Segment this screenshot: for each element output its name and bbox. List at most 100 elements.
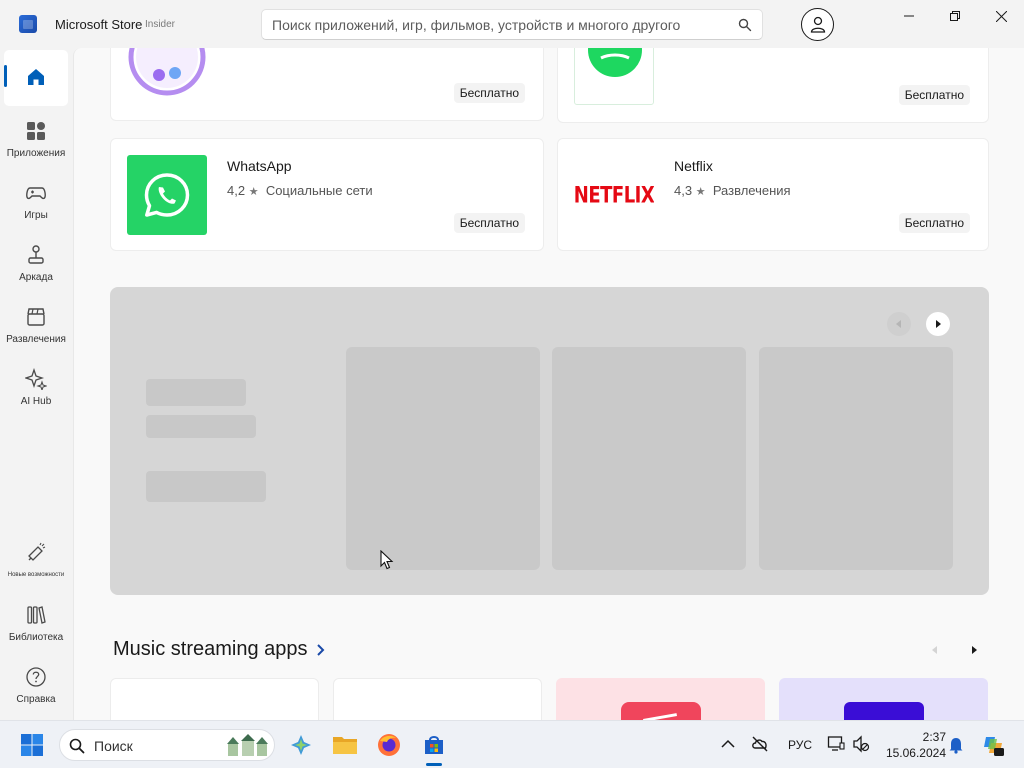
skeleton-card xyxy=(552,347,746,570)
nav-arcade[interactable]: Аркада xyxy=(4,236,68,292)
search-icon xyxy=(69,738,85,754)
apps-icon xyxy=(27,122,45,140)
restore-icon xyxy=(950,11,960,21)
gamepad-icon xyxy=(26,187,46,200)
nav-library-label: Библиотека xyxy=(8,632,64,643)
app-category: Социальные сети xyxy=(265,183,373,198)
nav-games[interactable]: Игры xyxy=(4,174,68,230)
cloud-offline-icon[interactable] xyxy=(751,735,769,753)
app-category: Развлечения xyxy=(712,183,791,198)
price-label[interactable]: Бесплатно xyxy=(898,213,970,233)
mouse-cursor-icon xyxy=(380,550,394,570)
nav-whats-new[interactable]: Новые возможности xyxy=(4,534,68,590)
store-taskbar-button[interactable] xyxy=(420,731,448,759)
skeleton-card xyxy=(759,347,953,570)
app-logo-icon xyxy=(621,702,701,720)
banner-next-button[interactable] xyxy=(926,312,950,336)
close-icon xyxy=(995,10,1007,22)
account-button[interactable] xyxy=(801,8,834,41)
app-card-whatsapp[interactable]: WhatsApp 4,2 ★ Социальные сети Бесплатно xyxy=(110,138,544,251)
title-bar: Microsoft Store Insider xyxy=(0,0,1024,48)
section-music-streaming[interactable]: Music streaming apps xyxy=(113,638,326,661)
taskbar-search[interactable]: Поиск xyxy=(59,729,275,761)
help-icon xyxy=(26,667,46,687)
app-name: Netflix xyxy=(674,158,713,174)
music-app-card[interactable] xyxy=(779,678,988,720)
close-button[interactable] xyxy=(978,0,1024,32)
joystick-icon xyxy=(28,245,44,264)
taskbar: Поиск РУС 2:37 15.06.2024 xyxy=(0,720,1024,768)
price-label[interactable]: Бесплатно xyxy=(453,83,525,103)
library-icon xyxy=(27,606,46,624)
nav-arcade-label: Аркада xyxy=(19,272,53,283)
app-card-netflix[interactable]: NETFLIX Netflix 4,3 ★ Развлечения Беспла… xyxy=(557,138,989,251)
app-card[interactable]: Бесплатно xyxy=(557,48,989,123)
nav-help[interactable]: Справка xyxy=(4,658,68,714)
app-card[interactable]: Бесплатно xyxy=(110,48,544,121)
taskbar-search-label: Поиск xyxy=(94,738,133,754)
minimize-button[interactable] xyxy=(886,0,932,32)
price-label[interactable]: Бесплатно xyxy=(898,85,970,105)
copilot-icon[interactable] xyxy=(981,733,1005,757)
maximize-button[interactable] xyxy=(932,0,978,32)
app-meta: 4,3 ★ Развлечения xyxy=(674,183,791,198)
clock[interactable]: 2:37 15.06.2024 xyxy=(880,729,946,761)
search-input[interactable] xyxy=(272,16,722,34)
caret-left-icon xyxy=(896,320,901,328)
app-logo-icon xyxy=(127,48,207,105)
skeleton-button xyxy=(146,471,266,502)
chevron-right-icon[interactable] xyxy=(316,643,326,657)
strip-next-button[interactable] xyxy=(964,640,984,660)
app-rating: 4,2 xyxy=(227,183,246,198)
nav-entertainment[interactable]: Развлечения xyxy=(4,298,68,354)
strip-prev-button[interactable] xyxy=(925,640,945,660)
section-title[interactable]: Music streaming apps xyxy=(113,638,308,661)
nav-ai-hub[interactable]: AI Hub xyxy=(4,360,68,416)
music-app-card[interactable] xyxy=(110,678,319,720)
caret-right-icon xyxy=(936,320,941,328)
widgets-button[interactable] xyxy=(287,731,315,759)
megaphone-icon xyxy=(28,542,46,561)
clapperboard-icon xyxy=(27,308,45,326)
nav-apps[interactable]: Приложения xyxy=(4,112,68,168)
price-label[interactable]: Бесплатно xyxy=(453,213,525,233)
search-icon[interactable] xyxy=(738,18,752,32)
left-nav: Приложения Игры Аркада Развлечения AI Hu… xyxy=(0,48,72,720)
bell-icon[interactable] xyxy=(948,736,964,754)
search-box[interactable] xyxy=(261,9,763,40)
person-icon xyxy=(810,16,826,33)
banner-prev-button[interactable] xyxy=(887,312,911,336)
nav-home[interactable] xyxy=(4,50,68,106)
start-button[interactable] xyxy=(18,731,46,759)
app-name: WhatsApp xyxy=(227,158,292,174)
language-indicator[interactable]: РУС xyxy=(788,738,812,752)
windows-logo-icon xyxy=(21,734,43,756)
nav-entertainment-label: Развлечения xyxy=(6,334,66,345)
app-logo-icon xyxy=(844,702,924,720)
sparkle-icon xyxy=(25,368,47,390)
minimize-icon xyxy=(904,15,914,17)
app-meta: 4,2 ★ Социальные сети xyxy=(227,183,373,198)
nav-library[interactable]: Библиотека xyxy=(4,596,68,652)
app-rating: 4,3 xyxy=(674,183,693,198)
active-indicator xyxy=(4,65,7,87)
insider-badge: Insider xyxy=(145,19,176,30)
music-app-card[interactable] xyxy=(333,678,542,720)
network-icon[interactable] xyxy=(827,735,845,753)
netflix-logo-text: NETFLIX xyxy=(574,181,654,209)
skeleton-title xyxy=(146,379,246,406)
home-icon xyxy=(28,69,44,85)
chevron-up-icon[interactable] xyxy=(721,739,735,749)
skeleton-card xyxy=(346,347,540,570)
firefox-icon xyxy=(378,734,400,756)
file-explorer-button[interactable] xyxy=(331,731,359,759)
firefox-button[interactable] xyxy=(375,731,403,759)
nav-apps-label: Приложения xyxy=(6,148,66,159)
nav-ai-hub-label: AI Hub xyxy=(20,396,52,407)
music-app-card[interactable] xyxy=(556,678,765,720)
loading-banner xyxy=(110,287,989,595)
volume-muted-icon[interactable] xyxy=(852,735,870,753)
folder-icon xyxy=(333,737,357,754)
whatsapp-logo-icon xyxy=(127,155,207,235)
nav-whats-new-label: Новые возможности xyxy=(7,572,65,578)
